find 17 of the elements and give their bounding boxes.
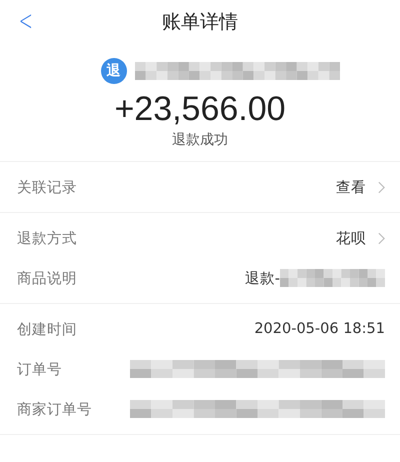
field-label: 创建时间 <box>17 320 77 338</box>
field-value: 退款- <box>244 270 280 288</box>
field-label: 退款方式 <box>17 230 77 248</box>
field-label: 订单号 <box>17 360 62 378</box>
detail-link[interactable]: 查看 <box>336 178 366 196</box>
amount: +23,566.00 <box>114 90 286 129</box>
field-label: 商家订单号 <box>17 400 92 418</box>
chevron-icon[interactable] <box>378 232 385 244</box>
back-button[interactable]: < <box>18 4 33 37</box>
chevron-icon[interactable] <box>378 180 385 194</box>
field-label: 关联记录 <box>17 178 77 196</box>
refund-status: 退款成功 <box>172 131 228 149</box>
detail-link[interactable]: 花呗 <box>336 228 366 248</box>
page-title: 账单详情 <box>162 10 238 35</box>
field-value: 2020-05-06 18:51 <box>254 321 385 337</box>
field-label: 商品说明 <box>17 270 77 288</box>
refund-badge: 退 <box>100 58 126 84</box>
